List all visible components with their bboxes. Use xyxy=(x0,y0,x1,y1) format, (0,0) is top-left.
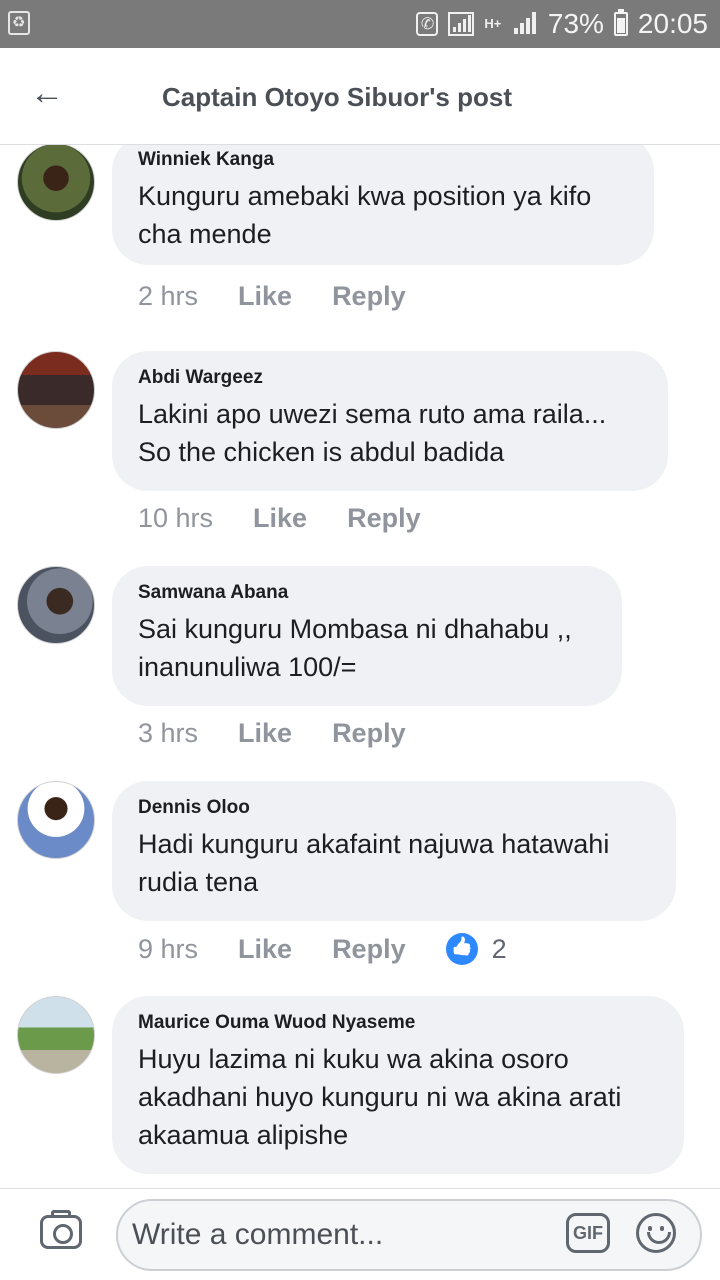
status-icons: H+ 73% 20:05 xyxy=(415,4,708,44)
page-title: Captain Otoyo Sibuor's post xyxy=(162,82,512,112)
comment-meta: 2 hrs Like Reply xyxy=(138,281,446,312)
comment-bubble[interactable]: Abdi Wargeez Lakini apo uwezi sema ruto … xyxy=(112,351,668,491)
comment-input[interactable]: Write a comment... xyxy=(116,1199,702,1271)
avatar[interactable] xyxy=(17,351,95,429)
comment-composer: Write a comment... GIF xyxy=(0,1188,720,1280)
clock: 20:05 xyxy=(637,8,708,39)
comment-bubble[interactable]: Maurice Ouma Wuod Nyaseme Huyu lazima ni… xyxy=(112,996,684,1174)
battery-percentage: 73% xyxy=(547,8,604,39)
battery-icon xyxy=(613,9,628,36)
comment-meta: 9 hrs Like Reply 2 xyxy=(138,933,507,965)
comment-time[interactable]: 2 hrs xyxy=(138,281,198,312)
comment-bubble[interactable]: Samwana Abana Sai kunguru Mombasa ni dha… xyxy=(112,566,622,706)
avatar[interactable] xyxy=(17,781,95,859)
network-type-label: H+ xyxy=(484,16,502,31)
avatar[interactable] xyxy=(17,996,95,1074)
reply-link[interactable]: Reply xyxy=(332,718,406,749)
emoji-icon[interactable] xyxy=(636,1213,676,1253)
reply-link[interactable]: Reply xyxy=(347,503,421,534)
comment-meta: 10 hrs Like Reply xyxy=(138,503,461,534)
comment-author[interactable]: Winniek Kanga xyxy=(138,149,628,171)
gif-icon[interactable]: GIF xyxy=(566,1213,610,1253)
camera-icon[interactable] xyxy=(40,1210,82,1249)
reaction-count[interactable]: 2 xyxy=(492,934,507,965)
post-header: ← Captain Otoyo Sibuor's post xyxy=(0,48,720,145)
comment-text: Huyu lazima ni kuku wa akina osoro akadh… xyxy=(138,1044,622,1150)
comment-author[interactable]: Dennis Oloo xyxy=(138,797,650,819)
phone-call-icon xyxy=(415,12,438,36)
comment-author[interactable]: Maurice Ouma Wuod Nyaseme xyxy=(138,1012,658,1034)
comments-list[interactable]: Winniek Kanga Kunguru amebaki kwa positi… xyxy=(0,145,720,1188)
comment-time[interactable]: 10 hrs xyxy=(138,503,213,534)
like-link[interactable]: Like xyxy=(238,934,292,965)
comment-bubble[interactable]: Dennis Oloo Hadi kunguru akafaint najuwa… xyxy=(112,781,676,921)
reply-link[interactable]: Reply xyxy=(332,281,406,312)
cell-signal-icon xyxy=(512,11,538,37)
comment-bubble[interactable]: Winniek Kanga Kunguru amebaki kwa positi… xyxy=(112,145,654,265)
avatar[interactable] xyxy=(17,566,95,644)
comment-author[interactable]: Abdi Wargeez xyxy=(138,367,642,389)
comment-text: Kunguru amebaki kwa position ya kifo cha… xyxy=(138,181,592,249)
comment-text: Lakini apo uwezi sema ruto ama raila... … xyxy=(138,399,607,467)
back-arrow-icon[interactable]: ← xyxy=(30,76,64,110)
status-bar: H+ 73% 20:05 xyxy=(0,0,720,48)
like-link[interactable]: Like xyxy=(238,281,292,312)
like-reaction-icon[interactable] xyxy=(445,933,478,965)
comment-time[interactable]: 3 hrs xyxy=(138,718,198,749)
like-link[interactable]: Like xyxy=(253,503,307,534)
reply-link[interactable]: Reply xyxy=(332,934,406,965)
comment-text: Sai kunguru Mombasa ni dhahabu ,, inanun… xyxy=(138,614,572,682)
recycle-notification-icon xyxy=(8,11,30,35)
like-link[interactable]: Like xyxy=(238,718,292,749)
comment-meta: 3 hrs Like Reply xyxy=(138,718,446,749)
comment-author[interactable]: Samwana Abana xyxy=(138,582,596,604)
comment-time[interactable]: 9 hrs xyxy=(138,934,198,965)
comment-text: Hadi kunguru akafaint najuwa hatawahi ru… xyxy=(138,829,610,897)
avatar[interactable] xyxy=(17,145,95,221)
signal-box-icon xyxy=(447,12,474,36)
